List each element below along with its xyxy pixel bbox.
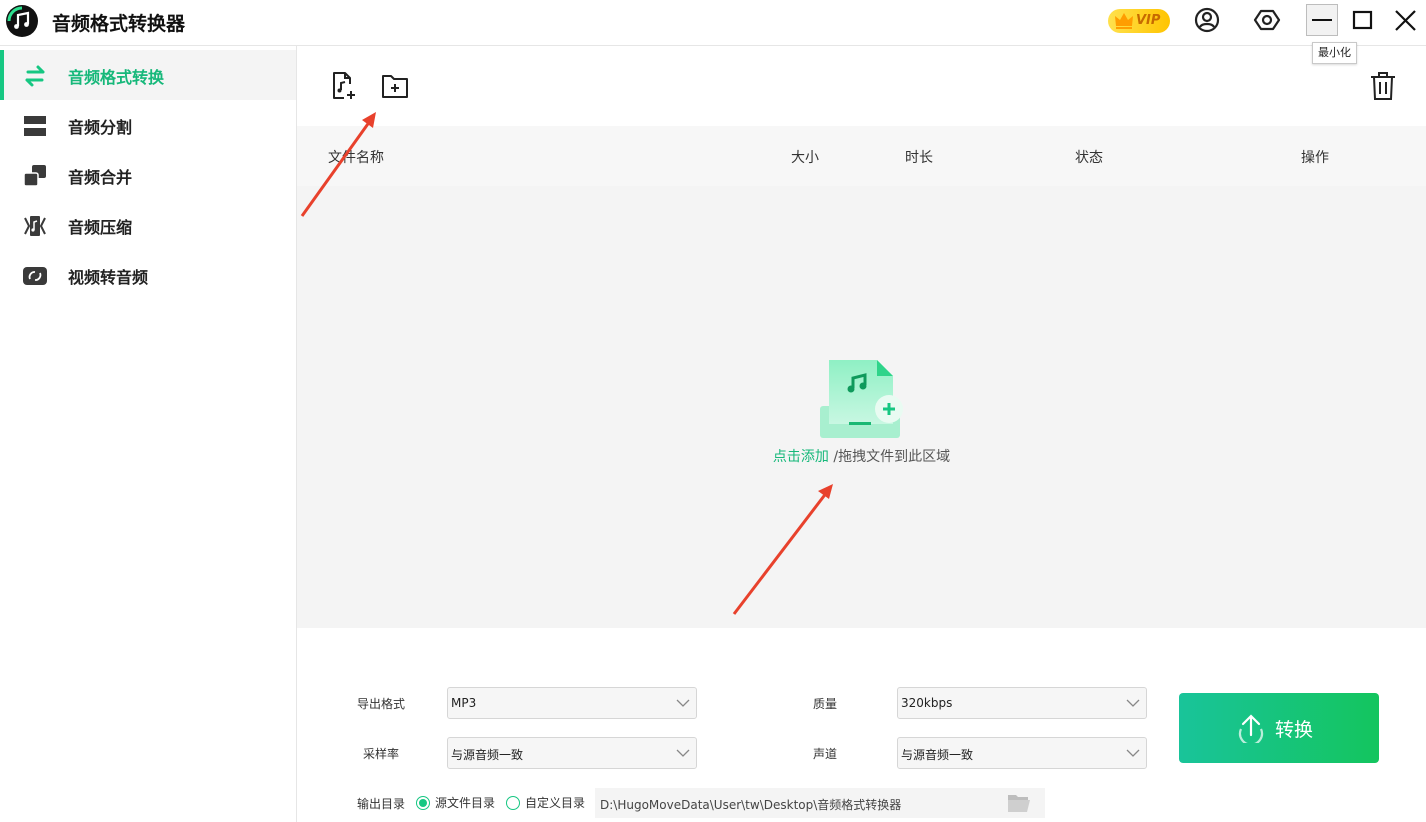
quality-label: 质量: [813, 697, 838, 711]
format-label: 导出格式: [357, 697, 406, 711]
chevron-down-icon: [676, 749, 690, 757]
app-window: 音频格式转换器 VIP 最小化 音频格式转换 音频分割 音频合并 音频压缩 视频…: [0, 0, 1426, 822]
crown-icon: [1115, 13, 1133, 29]
add-music-file-illustration-icon: [820, 360, 903, 438]
column-header-size: 大小: [791, 150, 819, 166]
sidebar-item-split[interactable]: 音频分割: [0, 100, 296, 150]
column-header-actions: 操作: [1301, 150, 1329, 166]
compress-icon: [24, 216, 46, 236]
sidebar-item-merge[interactable]: 音频合并: [0, 150, 296, 200]
output-custom-label: 自定义目录: [525, 796, 586, 810]
add-folder-button[interactable]: [380, 70, 410, 102]
column-header-name: 文件名称: [328, 150, 384, 166]
column-header-duration: 时长: [905, 150, 933, 166]
swap-arrows-icon: [25, 65, 45, 87]
sidebar: 音频格式转换 音频分割 音频合并 音频压缩 视频转音频: [0, 46, 297, 822]
sidebar-item-label: 视频转音频: [68, 268, 149, 287]
channel-label: 声道: [813, 747, 838, 761]
output-dir-label: 输出目录: [357, 797, 406, 811]
sidebar-item-compress[interactable]: 音频压缩: [0, 200, 296, 250]
close-icon: [1395, 10, 1416, 31]
drop-zone-text: 点击添加 /拖拽文件到此区域: [297, 446, 1426, 466]
format-value: MP3: [451, 696, 477, 710]
output-source-label: 源文件目录: [435, 796, 496, 810]
add-folder-icon: [382, 75, 408, 98]
settings-panel: 导出格式 MP3 质量 320kbps 采样率 与源音频一致 声道 与源音频一致…: [297, 628, 1426, 822]
split-icon: [24, 116, 46, 136]
delete-all-button[interactable]: [1368, 70, 1398, 102]
video-to-audio-icon: [23, 267, 47, 285]
sidebar-item-label: 音频格式转换: [68, 68, 165, 87]
app-logo-icon: [6, 5, 38, 37]
merge-icon: [23, 165, 46, 187]
column-header-status: 状态: [1075, 150, 1103, 166]
file-drop-zone[interactable]: 点击添加 /拖拽文件到此区域: [297, 186, 1426, 628]
account-icon: [1194, 7, 1220, 33]
channel-select[interactable]: 与源音频一致: [897, 737, 1147, 769]
app-title: 音频格式转换器: [52, 13, 186, 35]
chevron-down-icon: [676, 699, 690, 707]
quality-select[interactable]: 320kbps: [897, 687, 1147, 719]
maximize-icon: [1352, 10, 1373, 30]
format-select[interactable]: MP3: [447, 687, 697, 719]
channel-value: 与源音频一致: [901, 748, 974, 762]
convert-label: 转换: [1275, 719, 1314, 741]
chevron-down-icon: [1126, 749, 1140, 757]
settings-button[interactable]: [1251, 4, 1283, 36]
minimize-tooltip: 最小化: [1312, 42, 1357, 64]
sidebar-item-label: 音频分割: [68, 118, 133, 137]
sidebar-item-label: 音频合并: [68, 168, 133, 187]
trash-icon: [1371, 72, 1395, 100]
quality-value: 320kbps: [901, 696, 953, 710]
vip-label: VIP: [1136, 13, 1161, 28]
samplerate-label: 采样率: [363, 747, 400, 761]
click-add-link[interactable]: 点击添加: [773, 449, 829, 465]
chevron-down-icon: [1126, 699, 1140, 707]
output-path: D:\HugoMoveData\User\tw\Desktop\音频格式转换器: [600, 798, 902, 812]
sidebar-item-video-to-audio[interactable]: 视频转音频: [0, 250, 296, 300]
samplerate-select[interactable]: 与源音频一致: [447, 737, 697, 769]
minimize-button[interactable]: [1306, 4, 1338, 36]
vip-badge[interactable]: VIP: [1108, 9, 1170, 33]
file-table-header: 文件名称 大小 时长 状态 操作: [297, 126, 1426, 186]
sidebar-item-format-convert[interactable]: 音频格式转换: [0, 50, 296, 100]
account-button[interactable]: [1191, 4, 1223, 36]
upload-arrow-icon: [1238, 714, 1264, 743]
close-button[interactable]: [1390, 4, 1422, 36]
minimize-icon: [1312, 19, 1332, 21]
output-path-field[interactable]: D:\HugoMoveData\User\tw\Desktop\音频格式转换器: [595, 788, 1045, 818]
open-folder-icon[interactable]: [1007, 792, 1031, 814]
samplerate-value: 与源音频一致: [451, 748, 524, 762]
add-audio-file-icon: [333, 72, 355, 99]
title-bar: 音频格式转换器 VIP: [0, 0, 1426, 46]
settings-icon: [1253, 9, 1281, 31]
sidebar-item-label: 音频压缩: [68, 218, 133, 237]
output-custom-radio[interactable]: [506, 796, 520, 810]
add-file-button[interactable]: [330, 70, 360, 102]
output-source-radio[interactable]: [416, 796, 430, 810]
drop-hint: /拖拽文件到此区域: [833, 449, 951, 465]
convert-button[interactable]: 转换: [1179, 693, 1379, 763]
maximize-button[interactable]: [1347, 4, 1379, 36]
